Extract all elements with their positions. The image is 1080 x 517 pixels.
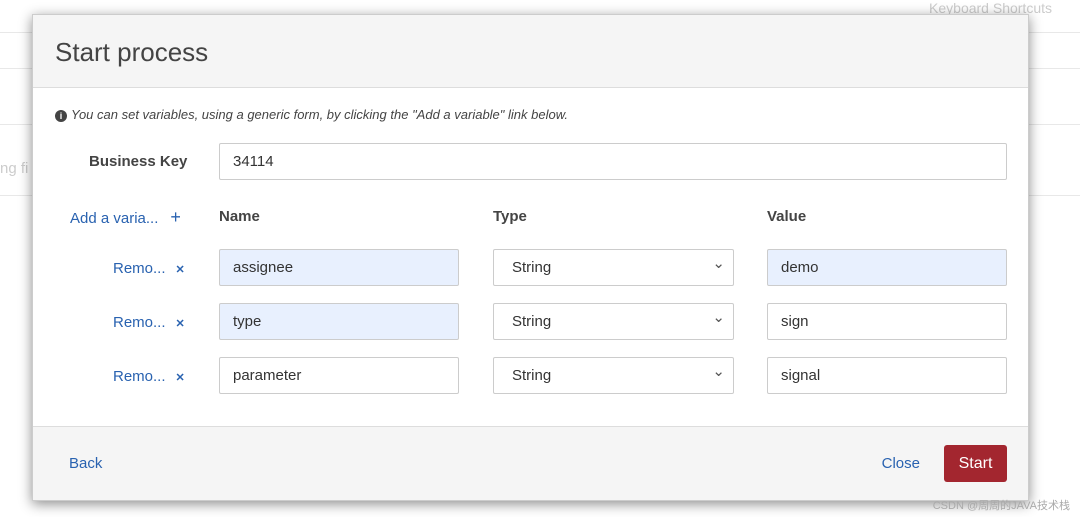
info-text: i You can set variables, using a generic … [55,107,568,122]
info-message: You can set variables, using a generic f… [71,107,568,122]
variable-value-input[interactable]: signal [767,357,1007,394]
back-link[interactable]: Back [69,455,102,472]
watermark: CSDN @周周的JAVA技术栈 [932,500,1070,512]
variable-name-input[interactable]: assignee [219,249,459,286]
variable-name-input[interactable]: type [219,303,459,340]
type-header: Type [493,208,527,225]
start-process-modal: Start process i You can set variables, us… [32,14,1029,501]
start-button[interactable]: Start [944,445,1007,482]
remove-variable-link[interactable]: Remo... ✕ [113,314,185,331]
close-link[interactable]: Close [882,455,920,472]
variable-value-input[interactable]: demo [767,249,1007,286]
background-text: ng fi [0,160,29,177]
remove-label: Remo... [113,368,166,385]
remove-variable-link[interactable]: Remo... ✕ [113,368,185,385]
remove-variable-link[interactable]: Remo... ✕ [113,260,185,277]
name-header: Name [219,208,260,225]
add-variable-label: Add a varia... [70,210,159,227]
remove-label: Remo... [113,260,166,277]
add-variable-link[interactable]: Add a varia... + [70,207,181,228]
business-key-input[interactable]: 34114 [219,143,1007,180]
close-icon: ✕ [175,318,185,330]
variable-value-input[interactable]: sign [767,303,1007,340]
info-icon: i [55,110,67,122]
variable-name-input[interactable]: parameter [219,357,459,394]
variable-type-select[interactable]: String [493,300,734,340]
value-header: Value [767,208,807,225]
close-icon: ✕ [175,264,185,276]
remove-label: Remo... [113,314,166,331]
plus-icon: + [170,207,181,227]
close-icon: ✕ [175,372,185,384]
modal-header: Start process [33,15,1028,88]
business-key-label: Business Key [89,153,188,170]
modal-title: Start process [55,37,209,67]
variable-type-select[interactable]: String [493,246,734,286]
modal-footer: Back Close Start [33,426,1028,500]
variable-type-select[interactable]: String [493,354,734,394]
